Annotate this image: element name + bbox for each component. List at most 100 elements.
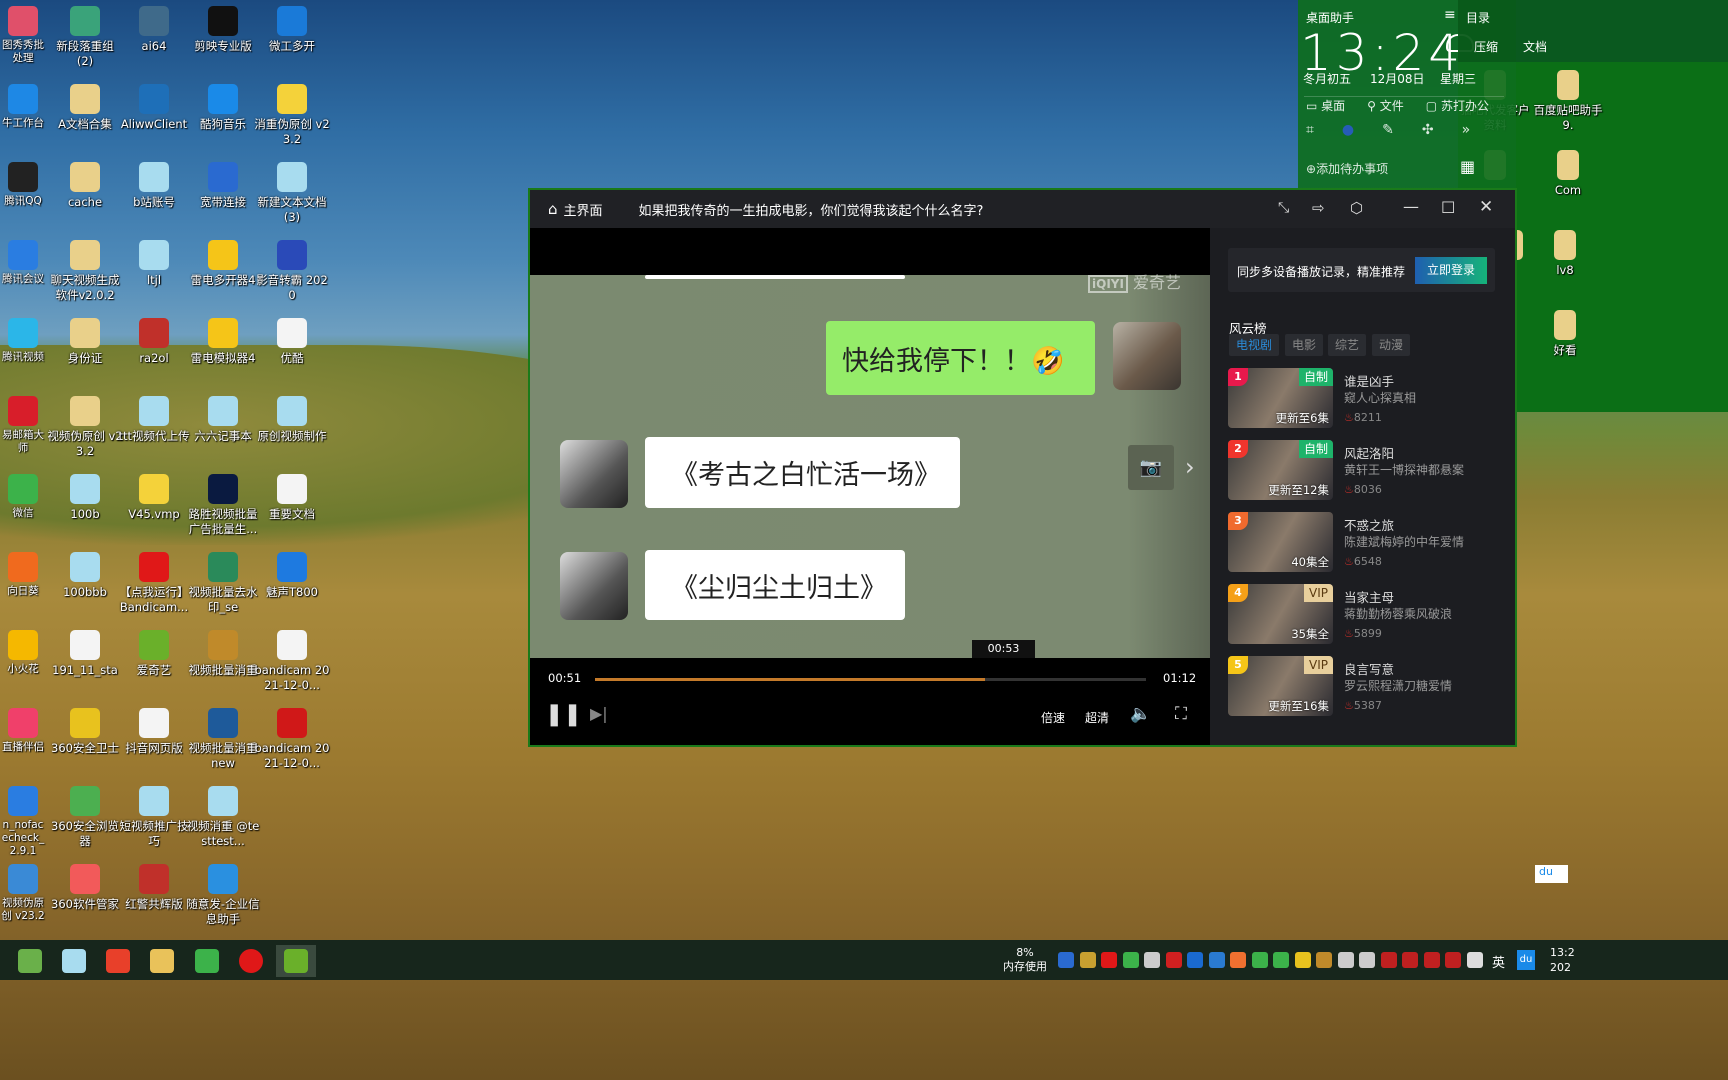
desktop-icon[interactable]: ltjl (116, 240, 192, 288)
desktop-icon[interactable]: Com (1530, 150, 1606, 198)
desktop-icon[interactable]: 小火花 (0, 630, 46, 676)
desktop-icon[interactable]: 重要文档 (254, 474, 330, 522)
taskbar-app-xmind[interactable] (98, 945, 138, 977)
floating-du-badge[interactable]: du (1535, 865, 1568, 883)
desktop-icon[interactable]: 视频伪原创 v23.2 (0, 864, 46, 923)
desktop-icon[interactable]: 百度贴吧助手9. (1530, 70, 1606, 133)
mini-mode-icon[interactable]: ⤡ (1278, 200, 1289, 216)
desktop-icon[interactable]: b站账号 (116, 162, 192, 210)
plus-tool-icon[interactable]: ✣ (1422, 122, 1434, 138)
shortcut-desktop[interactable]: ▭ 桌面 (1306, 97, 1345, 114)
pause-button[interactable]: ❚❚ (545, 702, 582, 727)
desktop-icon[interactable]: 抖音网页版 (116, 708, 192, 756)
taskbar-app-explorer[interactable] (142, 945, 182, 977)
desktop-icon[interactable]: 微信 (0, 474, 46, 520)
baidu-input-icon[interactable]: du (1517, 950, 1535, 970)
desktop-icon[interactable]: 【点我运行】Bandicam... (116, 552, 192, 615)
ranking-item[interactable]: 1 自制 更新至6集 谁是凶手 窥人心探真相 ♨8211 (1228, 368, 1508, 430)
desktop-icon[interactable]: 191_11_sta (47, 630, 123, 678)
desktop-icon[interactable]: 直播伴侣 (0, 708, 46, 754)
ranking-item[interactable]: 5 VIP 更新至16集 良言写意 罗云熙程潇刀糖爱情 ♨5387 (1228, 656, 1508, 718)
tray-icon[interactable] (1208, 952, 1225, 968)
desktop-icon[interactable]: 易邮箱大师 (0, 396, 46, 455)
catalog-tab-compress[interactable]: 压缩 (1474, 38, 1498, 55)
desktop-icon[interactable]: 腾讯会议 (0, 240, 46, 286)
tray-icon[interactable] (1101, 952, 1117, 968)
desktop-icon[interactable]: ai64 (116, 6, 192, 54)
tray-icon[interactable] (1423, 952, 1440, 968)
taskbar-app-bandicam[interactable] (231, 945, 271, 977)
tab-2[interactable]: 综艺 (1328, 334, 1367, 356)
desktop-icon[interactable]: 360软件管家 (47, 864, 123, 912)
desktop-icon[interactable]: AliwwClient (116, 84, 192, 132)
ranking-item[interactable]: 3 40集全 不惑之旅 陈建斌梅婷的中年爱情 ♨6548 (1228, 512, 1508, 574)
desktop-icon[interactable]: 视频批量消重 (185, 630, 261, 678)
home-icon[interactable]: ⌂ (548, 200, 558, 218)
catalog-tab-docs[interactable]: 文档 (1523, 38, 1547, 55)
system-clock[interactable]: 13:2 202 (1550, 945, 1575, 975)
desktop-icon[interactable]: ra2ol (116, 318, 192, 366)
ime-indicator[interactable]: 英 (1492, 952, 1505, 971)
taskbar-app-iqiyi[interactable] (276, 945, 316, 977)
desktop-icon[interactable]: A文档合集 (47, 84, 123, 132)
tray-icon[interactable] (1337, 952, 1354, 968)
tray-icon[interactable] (1402, 952, 1418, 968)
minimize-button[interactable]: — (1403, 197, 1419, 216)
add-todo-button[interactable]: ⊕添加待办事项 (1306, 160, 1388, 177)
desktop-icon[interactable]: 好看 (1527, 310, 1603, 358)
shortcut-files[interactable]: ⚲ 文件 (1367, 97, 1404, 114)
ranking-item[interactable]: 2 自制 更新至12集 风起洛阳 黄轩王一博探神都悬案 ♨8036 (1228, 440, 1508, 502)
desktop-icon[interactable]: 雷电多开器4 (185, 240, 261, 288)
tray-icon[interactable] (1230, 952, 1246, 968)
desktop-icon[interactable]: 剪映专业版 (185, 6, 261, 54)
desktop-icon[interactable]: 酷狗音乐 (185, 84, 261, 132)
more-icon[interactable]: » (1462, 122, 1471, 138)
desktop-icon[interactable]: 影音转霸 2020 (254, 240, 330, 303)
taskbar-app-wechat[interactable] (187, 945, 227, 977)
video-area[interactable]: iQIYI 爱奇艺 快给我停下！！🤣 《考古之白忙活一场》 《尘归尘土归土》 📷… (530, 228, 1210, 745)
desktop-icon[interactable]: bandicam 2021-12-0... (254, 708, 330, 771)
tray-icon[interactable] (1316, 952, 1332, 968)
ranking-item[interactable]: 4 VIP 35集全 当家主母 蒋勤勤杨蓉乘风破浪 ♨5899 (1228, 584, 1508, 646)
desktop-icon[interactable]: 爱奇艺 (116, 630, 192, 678)
volume-icon[interactable]: 🔈 (1130, 704, 1151, 724)
desktop-icon[interactable]: 微工多开 (254, 6, 330, 54)
tray-icon[interactable] (1187, 952, 1203, 968)
desktop-icon[interactable]: V45.vmp (116, 474, 192, 522)
fullscreen-icon[interactable]: ⛶ (1175, 704, 1187, 724)
desktop-icon[interactable]: n_nofacecheck_2.9.1 (0, 786, 46, 858)
desktop-icon[interactable]: 图秀秀批处理 (0, 6, 46, 65)
desktop-icon[interactable]: 随意发-企业信息助手 (185, 864, 261, 927)
desktop-icon[interactable]: 新建文本文档 (3) (254, 162, 330, 225)
tray-icon[interactable] (1058, 952, 1074, 968)
desktop-icon[interactable]: 身份证 (47, 318, 123, 366)
desktop-icon[interactable]: 100b (47, 474, 123, 522)
desktop-icon[interactable]: 360安全卫士 (47, 708, 123, 756)
maximize-button[interactable]: ☐ (1441, 198, 1455, 217)
tray-icon[interactable] (1273, 952, 1289, 968)
tab-1[interactable]: 电影 (1285, 334, 1324, 356)
screenshot-camera-button[interactable]: 📷 (1128, 445, 1174, 490)
desktop-icon[interactable]: 视频伪原创 v23.2 (47, 396, 123, 459)
tray-icon[interactable] (1165, 952, 1182, 968)
desktop-icon[interactable]: 100bbb (47, 552, 123, 600)
tray-icon[interactable] (1144, 952, 1160, 968)
desktop-icon[interactable]: 魅声T800 (254, 552, 330, 600)
tray-icon[interactable] (1359, 952, 1375, 968)
desktop-icon[interactable]: 向日葵 (0, 552, 46, 598)
desktop-icon[interactable]: 视频批量消重 new (185, 708, 261, 771)
desktop-icon[interactable]: 腾讯QQ (0, 162, 46, 208)
desktop-icon[interactable]: 雷电模拟器4 (185, 318, 261, 366)
progress-bar[interactable] (595, 678, 1146, 681)
speed-button[interactable]: 倍速 (1041, 709, 1065, 726)
login-button[interactable]: 立即登录 (1415, 257, 1487, 284)
eye-icon[interactable]: ● (1342, 122, 1354, 138)
desktop-icon[interactable]: 视频批量去水印_se (185, 552, 261, 615)
desktop-icon[interactable]: 宽带连接 (185, 162, 261, 210)
tray-icon[interactable] (1122, 952, 1139, 968)
tray-icon[interactable] (1251, 952, 1268, 968)
desktop-icon[interactable]: bandicam 2021-12-0... (254, 630, 330, 693)
desktop-icon[interactable]: 聊天视频生成软件v2.0.2 (47, 240, 123, 303)
desktop-icon[interactable]: 短视频推广技巧 (116, 786, 192, 849)
close-button[interactable]: ✕ (1479, 197, 1493, 217)
